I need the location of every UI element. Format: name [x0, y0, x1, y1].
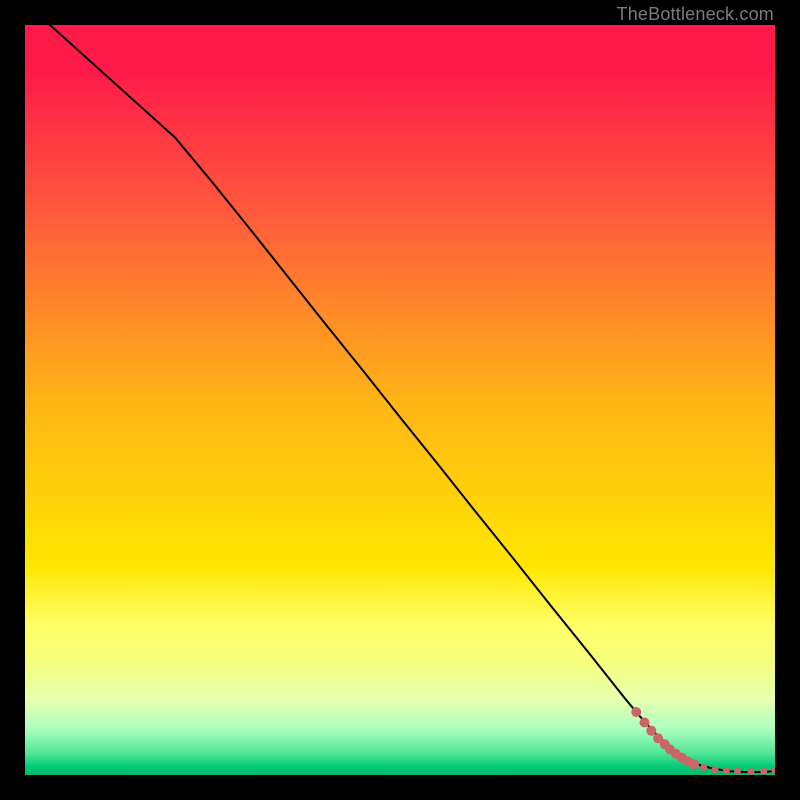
highlight-dots	[631, 707, 775, 775]
highlight-dot	[723, 767, 730, 774]
highlight-dot	[712, 766, 719, 773]
chart-frame: TheBottleneck.com	[0, 0, 800, 800]
bottleneck-curve	[25, 25, 775, 772]
highlight-dot	[689, 760, 699, 770]
chart-svg	[25, 25, 775, 775]
highlight-dot	[772, 767, 776, 774]
highlight-dot	[646, 726, 656, 736]
highlight-dot	[631, 707, 641, 717]
highlight-dot	[748, 768, 755, 775]
highlight-dot	[760, 768, 767, 775]
highlight-dot	[700, 764, 707, 771]
highlight-dot	[734, 768, 741, 775]
plot-area	[25, 25, 775, 775]
attribution-text: TheBottleneck.com	[617, 4, 774, 25]
highlight-dot	[640, 718, 650, 728]
